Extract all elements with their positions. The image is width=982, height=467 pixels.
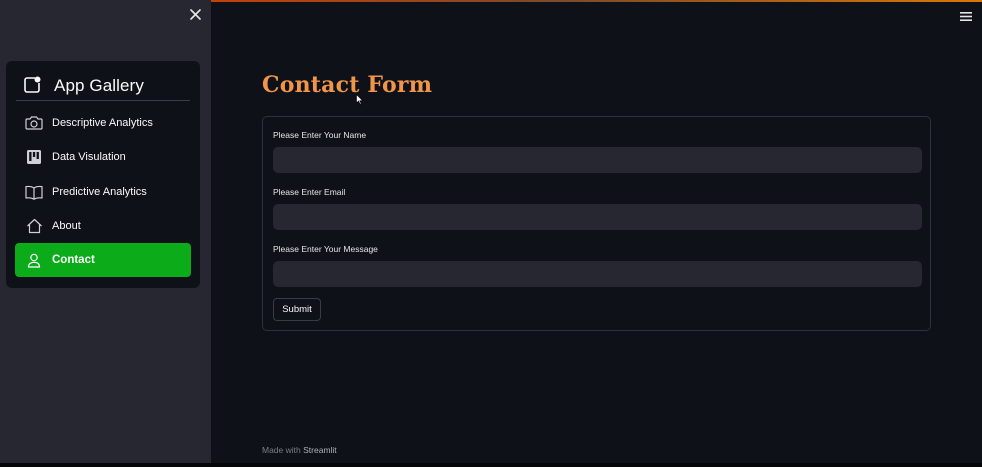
sidebar-item-label: About xyxy=(52,220,81,232)
sidebar-item-label: Predictive Analytics xyxy=(52,186,147,198)
message-input[interactable] xyxy=(273,261,922,287)
navigation-menu: App Gallery Descriptive Analytics Data V… xyxy=(6,61,200,288)
house-icon xyxy=(24,216,44,236)
sidebar-item-about[interactable]: About xyxy=(15,209,191,243)
person-icon xyxy=(24,250,44,270)
email-input[interactable] xyxy=(273,204,922,230)
menu-title: App Gallery xyxy=(54,75,144,95)
hamburger-menu-icon[interactable] xyxy=(958,8,974,24)
sidebar-item-data-visulation[interactable]: Data Visulation xyxy=(15,140,191,174)
camera-icon xyxy=(24,113,44,133)
window-bottom-edge xyxy=(0,463,982,467)
sidebar-item-label: Descriptive Analytics xyxy=(52,117,153,129)
sidebar-item-label: Contact xyxy=(52,254,95,266)
sidebar-item-descriptive-analytics[interactable]: Descriptive Analytics xyxy=(15,106,191,140)
header-decoration-bar xyxy=(211,0,982,2)
streamlit-link[interactable]: Streamlit xyxy=(303,445,337,455)
name-input[interactable] xyxy=(273,147,922,173)
sidebar-item-label: Data Visulation xyxy=(52,151,126,163)
sidebar: App Gallery Descriptive Analytics Data V… xyxy=(0,0,211,463)
close-icon[interactable] xyxy=(186,5,204,23)
kanban-icon xyxy=(24,147,44,167)
message-field-label: Please Enter Your Message xyxy=(273,244,378,254)
app-gallery-icon xyxy=(22,75,44,97)
footer-prefix: Made with xyxy=(262,445,301,455)
contact-form: Please Enter Your Name Please Enter Emai… xyxy=(262,116,931,331)
page-title: Contact Form xyxy=(262,72,433,98)
menu-header: App Gallery xyxy=(16,71,190,101)
footer: Made with Streamlit xyxy=(262,445,337,455)
mouse-cursor-icon xyxy=(356,92,364,110)
submit-button[interactable]: Submit xyxy=(273,298,321,321)
sidebar-item-predictive-analytics[interactable]: Predictive Analytics xyxy=(15,175,191,209)
sidebar-item-contact[interactable]: Contact xyxy=(15,243,191,277)
book-icon xyxy=(24,182,44,202)
name-field-label: Please Enter Your Name xyxy=(273,130,367,140)
email-field-label: Please Enter Email xyxy=(273,187,346,197)
